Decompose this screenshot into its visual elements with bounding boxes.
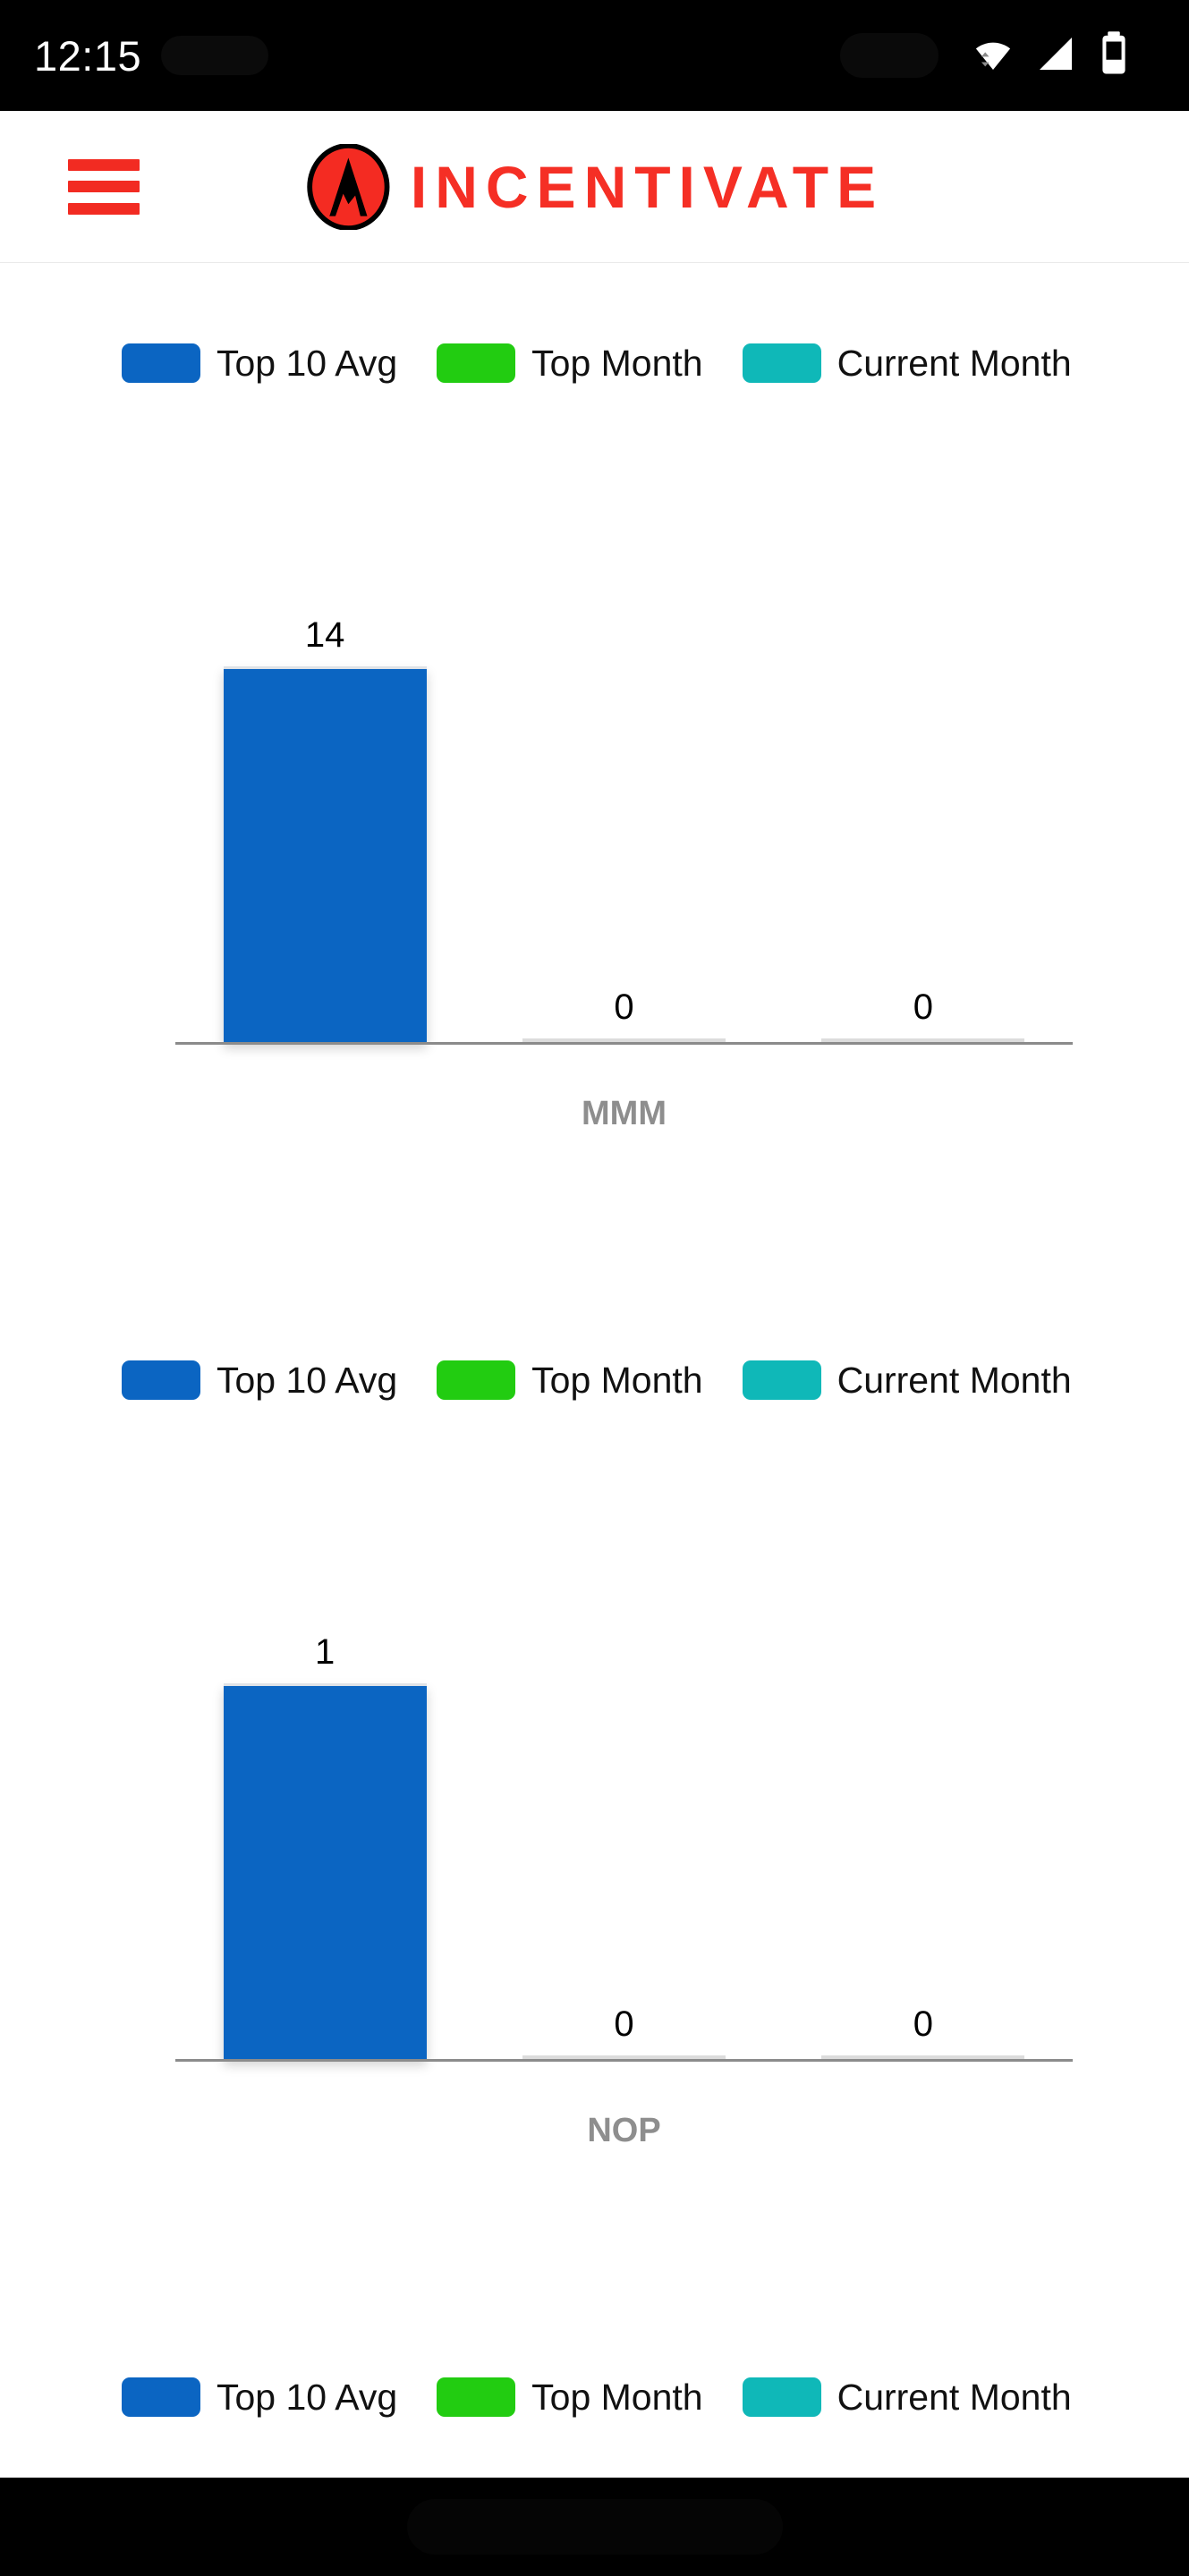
bar-top-10-avg[interactable] xyxy=(223,1683,427,2059)
bar-value-label: 0 xyxy=(614,987,634,1027)
chart-block-third: Top 10 Avg Top Month Current Month xyxy=(0,2372,1189,2422)
bar-group: 14 0 0 xyxy=(175,577,1073,1042)
incentivate-mountain-logo-icon xyxy=(305,142,391,231)
legend-item-top-10-avg[interactable]: Top 10 Avg xyxy=(122,1360,437,1402)
bar-slot-top-10-avg[interactable]: 1 xyxy=(175,1594,474,2059)
legend-label: Top Month xyxy=(531,2376,703,2418)
bar-chart-plot-mmm: 14 0 0 xyxy=(175,580,1073,1045)
status-bar-clock: 12:15 xyxy=(34,31,142,80)
chart-block-mmm: Top 10 Avg Top Month Current Month 14 0 xyxy=(0,338,1189,1133)
bar-value-label: 0 xyxy=(913,2004,933,2044)
status-bar-camera-cutout xyxy=(840,33,938,78)
legend-label: Top 10 Avg xyxy=(217,1359,398,1401)
bar-chart-plot-nop: 1 0 0 xyxy=(175,1597,1073,2062)
legend-label: Top 10 Avg xyxy=(217,342,398,384)
legend-swatch-blue xyxy=(122,343,200,383)
bar-slot-top-month[interactable]: 0 xyxy=(474,1594,773,2059)
chart-legend: Top 10 Avg Top Month Current Month xyxy=(0,338,1189,388)
legend-swatch-teal xyxy=(742,343,821,383)
legend-item-top-month[interactable]: Top Month xyxy=(437,343,742,385)
legend-item-top-month[interactable]: Top Month xyxy=(437,2377,742,2419)
legend-swatch-teal xyxy=(742,1360,821,1400)
legend-item-current-month[interactable]: Current Month xyxy=(742,2376,1111,2419)
legend-swatch-green xyxy=(437,1360,516,1400)
status-bar-notification-area xyxy=(161,36,269,75)
chart-legend: Top 10 Avg Top Month Current Month xyxy=(0,2372,1189,2422)
dashboard-content: Top 10 Avg Top Month Current Month 14 0 xyxy=(0,263,1189,2422)
cellular-signal-icon xyxy=(1032,30,1080,82)
bar-top-10-avg[interactable] xyxy=(223,666,427,1042)
brand-name: INCENTIVATE xyxy=(410,153,885,220)
legend-swatch-green xyxy=(437,343,516,383)
legend-item-current-month[interactable]: Current Month xyxy=(742,342,1111,385)
battery-icon xyxy=(1094,30,1134,82)
hamburger-bar xyxy=(68,181,140,192)
app-header: INCENTIVATE xyxy=(0,111,1189,263)
status-bar: 12:15 xyxy=(0,0,1189,111)
hamburger-menu-icon[interactable] xyxy=(68,158,140,215)
bar-slot-top-month[interactable]: 0 xyxy=(474,577,773,1042)
bar-slot-top-10-avg[interactable]: 14 xyxy=(175,577,474,1042)
legend-label: Top Month xyxy=(531,1359,703,1401)
status-bar-indicators xyxy=(840,30,1155,82)
system-navigation-bar xyxy=(0,2478,1189,2576)
legend-item-top-10-avg[interactable]: Top 10 Avg xyxy=(122,343,437,385)
navigation-gesture-handle[interactable] xyxy=(406,2499,783,2555)
legend-label: Current Month xyxy=(837,2376,1072,2418)
chart-block-nop: Top 10 Avg Top Month Current Month 1 0 0… xyxy=(0,1355,1189,2150)
legend-label: Top 10 Avg xyxy=(217,2376,398,2418)
hamburger-bar xyxy=(68,158,140,171)
legend-item-top-month[interactable]: Top Month xyxy=(437,1360,742,1402)
legend-item-current-month[interactable]: Current Month xyxy=(742,1359,1111,1402)
x-axis-line xyxy=(175,1042,1073,1045)
x-axis-label-mmm: MMM xyxy=(582,1095,667,1132)
legend-label: Current Month xyxy=(837,1359,1072,1401)
bar-value-label: 1 xyxy=(315,1632,335,1672)
x-axis-label-nop: NOP xyxy=(587,2112,661,2149)
wifi-icon xyxy=(969,30,1017,82)
legend-swatch-teal xyxy=(742,2377,821,2417)
bar-value-label: 0 xyxy=(614,2004,634,2044)
legend-swatch-green xyxy=(437,2377,516,2417)
legend-item-top-10-avg[interactable]: Top 10 Avg xyxy=(122,2377,437,2419)
legend-swatch-blue xyxy=(122,2377,200,2417)
bar-group: 1 0 0 xyxy=(175,1594,1073,2059)
bar-slot-current-month[interactable]: 0 xyxy=(774,577,1073,1042)
legend-label: Current Month xyxy=(837,342,1072,384)
bar-slot-current-month[interactable]: 0 xyxy=(774,1594,1073,2059)
x-axis-line xyxy=(175,2059,1073,2062)
bar-value-label: 0 xyxy=(913,987,933,1027)
chart-legend: Top 10 Avg Top Month Current Month xyxy=(0,1355,1189,1405)
legend-label: Top Month xyxy=(531,342,703,384)
hamburger-bar xyxy=(68,202,140,215)
bar-value-label: 14 xyxy=(304,615,345,655)
legend-swatch-blue xyxy=(122,1360,200,1400)
brand-logo-group[interactable]: INCENTIVATE xyxy=(305,142,885,231)
